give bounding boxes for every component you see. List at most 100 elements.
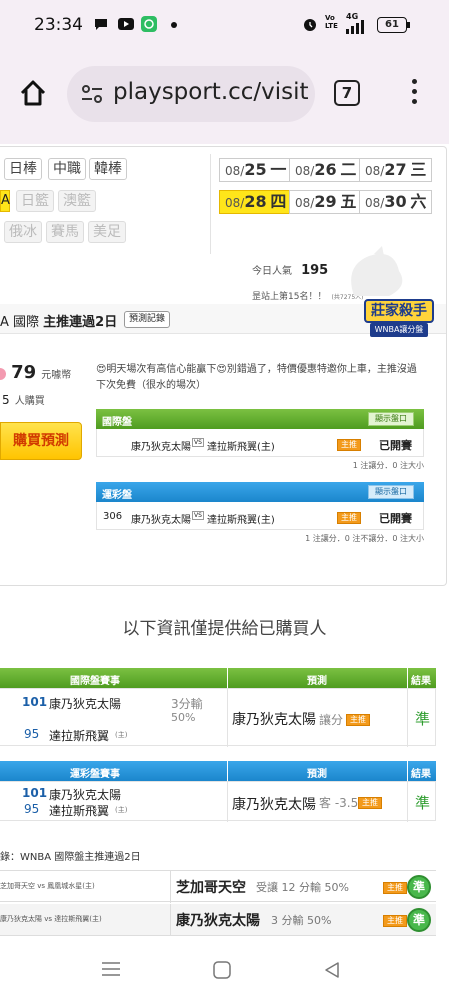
history-pick-1: 康乃狄克太陽 (176, 913, 260, 929)
result-lottery-col-event: 運彩盤賽事 (70, 769, 120, 780)
sport-tab-7[interactable]: 美足 (88, 221, 126, 243)
overflow-menu-icon[interactable] (412, 79, 418, 107)
badge-title: 莊家殺手 (364, 299, 434, 323)
home-nav-icon[interactable] (212, 960, 232, 980)
sport-tab-1[interactable]: 中職 (48, 158, 86, 180)
date-month: 08/ (295, 196, 315, 210)
result-intl-pick: 康乃狄克太陽 (232, 712, 316, 728)
lottery-team1: 康乃狄克太陽 (131, 515, 191, 526)
intl-team2: 達拉斯飛翼(主) (207, 442, 275, 453)
sport-tab-3[interactable]: 日籃 (16, 190, 54, 212)
price-value: 79 (11, 362, 37, 383)
date-weekday: 五 (340, 192, 357, 211)
buy-prediction-button[interactable]: 購買預測 (0, 422, 82, 460)
result-intl-team2: 達拉斯飛翼 (49, 729, 110, 743)
home-mark: (主) (115, 731, 128, 739)
date-weekday: 二 (340, 160, 357, 179)
home-mark: (主) (115, 806, 128, 814)
buyers-only-notice: 以下資訊僅提供給已購買人 (122, 619, 327, 639)
vs-icon: VS (192, 511, 204, 520)
result-intl-pick-type: 讓分 (319, 713, 344, 727)
seller-message: 😍明天場次有高信心能贏下😍別錯過了，特價優惠特邀你上車，主推沒過下次免費（很水的… (96, 364, 417, 391)
date-month: 08/ (225, 164, 245, 178)
date-day: 30 (384, 192, 407, 211)
coin-icon (0, 367, 6, 380)
back-icon[interactable] (322, 960, 342, 980)
lottery-match-row: 306 康乃狄克太陽 VS 達拉斯飛翼(主) 主推 已開賽 (96, 502, 424, 530)
result-intl-team1: 康乃狄克太陽 (49, 697, 122, 711)
result-intl-score1: 101 (22, 695, 48, 709)
date-weekday: 一 (270, 160, 287, 179)
date-day: 25 (244, 160, 267, 179)
home-icon[interactable] (18, 78, 48, 108)
result-intl-col-pick: 預測 (307, 676, 327, 687)
history-detail-1: 3 分輸 50% (271, 914, 332, 927)
seller-title-bold: 主推連過2日 (43, 315, 118, 330)
site-settings-icon[interactable] (81, 84, 103, 104)
lottery-block-header: 運彩盤 顯示盤口 (96, 482, 424, 502)
lottery-status: 已開賽 (379, 512, 412, 525)
seller-title: A 國際 主推連過2日 (0, 311, 117, 330)
url-text[interactable]: playsport.cc/visit (113, 79, 309, 105)
date-chip-2[interactable]: 08/27 三 (359, 158, 433, 182)
date-month: 08/ (295, 164, 315, 178)
sport-tab-4[interactable]: 澳籃 (58, 190, 96, 212)
lottery-number: 306 (103, 511, 123, 522)
price-unit: 元噱幣 (41, 370, 72, 381)
result-lottery-col-result: 結果 (411, 769, 431, 780)
intl-show-odds-button[interactable]: 顯示盤口 (368, 412, 414, 426)
sport-tab-current[interactable]: A (0, 190, 10, 212)
lottery-team2: 達拉斯飛翼(主) (207, 515, 275, 526)
history-detail-0: 受讓 12 分輸 50% (256, 881, 349, 894)
result-intl-score2: 95 (24, 727, 40, 741)
killer-badge: 莊家殺手 WNBA讓分盤 (364, 299, 434, 341)
chat-icon (95, 19, 107, 30)
date-chip-0[interactable]: 08/25 一 (219, 158, 293, 182)
history-match-0: 芝加哥天空 vs 鳳凰城水星(主) (0, 882, 95, 890)
result-intl-header: 國際盤賽事 預測 結果 (0, 668, 436, 688)
popularity-value: 195 (301, 263, 329, 278)
date-day: 28 (244, 192, 267, 211)
tab-switcher-button[interactable]: 7 (334, 80, 360, 106)
intl-footnote: 1 注讓分．0 注大小 (352, 461, 424, 470)
featured-tag: 主推 (383, 915, 407, 927)
date-chip-4[interactable]: 08/29 五 (289, 190, 363, 214)
date-day: 26 (314, 160, 337, 179)
result-intl-col-event: 國際盤賽事 (70, 676, 120, 687)
date-chip-5[interactable]: 08/30 六 (359, 190, 433, 214)
address-bar[interactable]: playsport.cc/visit (67, 66, 315, 122)
intl-team1: 康乃狄克太陽 (131, 442, 191, 453)
sport-tab-5[interactable]: 俄冰 (4, 221, 42, 243)
rank-text: 昰站上第15名！！ (252, 292, 327, 302)
recents-icon[interactable] (101, 960, 121, 978)
date-weekday: 三 (410, 160, 427, 179)
history-row-1: 康乃狄克太陽 vs 達拉斯飛翼(主) 康乃狄克太陽 3 分輸 50% 主推 準 (0, 904, 436, 936)
result-lottery-score1: 101 (22, 786, 48, 800)
result-lottery-col-pick: 預測 (307, 769, 327, 780)
sport-tab-6[interactable]: 賽馬 (46, 221, 84, 243)
result-lottery-pick-type: 客 -3.5 (319, 796, 359, 810)
lottery-show-odds-button[interactable]: 顯示盤口 (368, 485, 414, 499)
result-lottery-result: 準 (415, 794, 431, 812)
battery-tip (407, 22, 410, 28)
date-chip-3[interactable]: 08/28 四 (219, 190, 293, 214)
status-bar: 23:34 Vo LTE 4G 61 (0, 0, 449, 52)
result-lottery-header: 運彩盤賽事 預測 結果 (0, 761, 436, 781)
date-chip-1[interactable]: 08/26 二 (289, 158, 363, 182)
sport-tab-0[interactable]: 日棒 (4, 158, 42, 180)
battery-level: 61 (385, 19, 399, 30)
history-pick-0: 芝加哥天空 (176, 880, 246, 896)
featured-tag: 主推 (383, 882, 407, 894)
youtube-icon (118, 18, 134, 30)
intl-block-title: 國際盤 (102, 417, 132, 428)
history-row-0: 芝加哥天空 vs 鳳凰城水星(主) 芝加哥天空 受讓 12 分輸 50% 主推 … (0, 870, 436, 903)
date-day: 27 (384, 160, 407, 179)
sport-tab-2[interactable]: 韓棒 (89, 158, 127, 180)
status-time: 23:34 (34, 15, 83, 35)
intl-match-row: 康乃狄克太陽 VS 達拉斯飛翼(主) 主推 已開賽 (96, 429, 424, 457)
popularity-row: 今日人氣 195 (252, 259, 328, 278)
divider (210, 154, 211, 254)
result-intl-result: 準 (415, 710, 431, 728)
record-button[interactable]: 預測記錄 (124, 311, 171, 328)
mascot-watermark-icon (351, 246, 403, 296)
